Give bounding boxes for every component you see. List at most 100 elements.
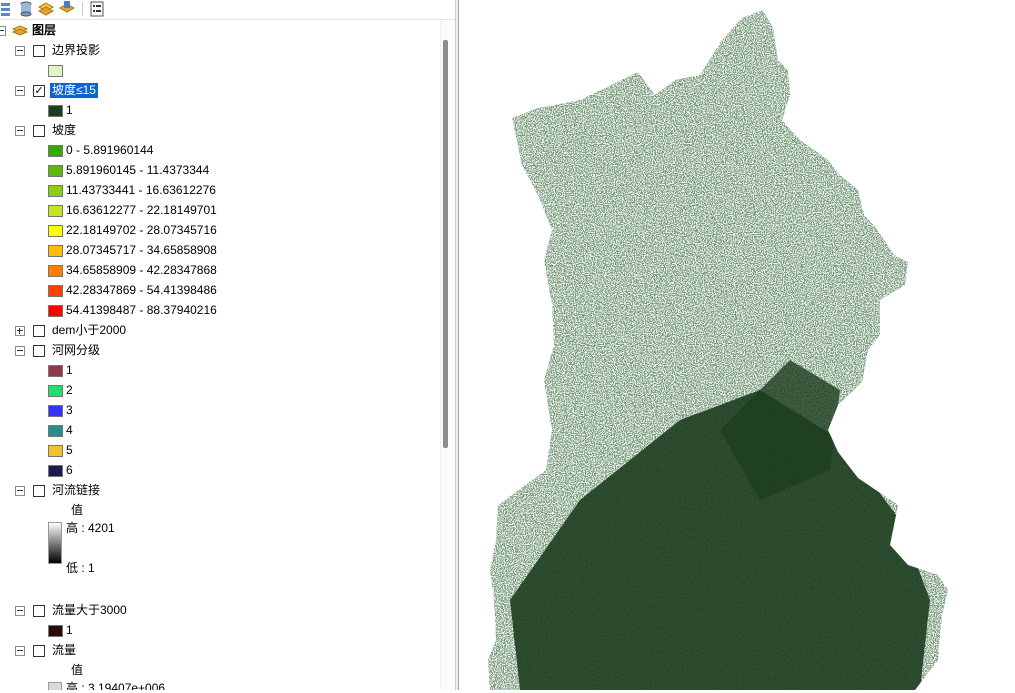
value-header: 值 bbox=[71, 663, 84, 677]
legend-swatch bbox=[48, 185, 63, 197]
legend-label: 4 bbox=[66, 423, 73, 437]
legend-label: 42.28347869 - 54.41398486 bbox=[66, 283, 217, 297]
layer-visibility-checkbox[interactable] bbox=[33, 125, 45, 137]
layer-slope-le-15[interactable]: ✓ 坡度≤15 bbox=[0, 82, 440, 100]
legend-swatch bbox=[48, 625, 63, 637]
layer-stream-link[interactable]: 河流链接 bbox=[0, 482, 440, 500]
layer-label: 流量 bbox=[52, 643, 77, 657]
root-label: 图层 bbox=[32, 23, 57, 37]
legend-item: 16.63612277 - 22.18149701 bbox=[0, 202, 440, 220]
layer-slope[interactable]: 坡度 bbox=[0, 122, 440, 140]
legend-item: 42.28347869 - 54.41398486 bbox=[0, 282, 440, 300]
legend-swatch bbox=[48, 265, 63, 277]
legend-item: 6 bbox=[0, 462, 440, 480]
low-value: 低 : 1 bbox=[66, 561, 95, 575]
list-by-source-icon[interactable] bbox=[18, 1, 34, 17]
layer-boundary-projection[interactable]: 边界投影 bbox=[0, 42, 440, 60]
layer-visibility-checkbox[interactable] bbox=[33, 345, 45, 357]
layers-group-icon bbox=[11, 23, 29, 39]
legend-item: 1 bbox=[0, 622, 440, 640]
legend-label: 1 bbox=[66, 363, 73, 377]
legend-swatch bbox=[48, 465, 63, 477]
tree-root-layers[interactable]: 图层 bbox=[0, 22, 440, 40]
legend-swatch bbox=[48, 105, 63, 117]
legend-label: 1 bbox=[66, 103, 73, 117]
layer-flow[interactable]: 流量 bbox=[0, 642, 440, 660]
legend-item: 4 bbox=[0, 422, 440, 440]
layer-dem-lt-2000[interactable]: dem小于2000 bbox=[0, 322, 440, 340]
high-value: 高 : 4201 bbox=[66, 521, 115, 535]
layer-visibility-checkbox[interactable] bbox=[33, 45, 45, 57]
legend-swatch bbox=[48, 405, 63, 417]
legend-label: 5 bbox=[66, 443, 73, 457]
legend-value-header: 值 bbox=[0, 662, 440, 680]
collapse-icon[interactable] bbox=[0, 26, 6, 36]
legend-item: 5 bbox=[0, 442, 440, 460]
options-icon[interactable] bbox=[89, 1, 105, 17]
table-of-contents: 图层 边界投影 ✓ 坡度≤15 1 坡度 0 - 5.891960144 5.89… bbox=[0, 0, 455, 690]
legend-label: 3 bbox=[66, 403, 73, 417]
layer-label: 坡度≤15 bbox=[50, 83, 98, 98]
legend-swatch bbox=[48, 285, 63, 297]
legend-item: 34.65858909 - 42.28347868 bbox=[0, 262, 440, 280]
collapse-icon[interactable] bbox=[15, 606, 25, 616]
legend-high: 高 : 3.19407e+006 bbox=[0, 680, 440, 690]
layer-label: dem小于2000 bbox=[52, 323, 127, 337]
legend-item: 54.41398487 - 88.37940216 bbox=[0, 302, 440, 320]
collapse-icon[interactable] bbox=[15, 646, 25, 656]
collapse-icon[interactable] bbox=[15, 346, 25, 356]
layer-label: 坡度 bbox=[52, 123, 77, 137]
legend-label: 54.41398487 - 88.37940216 bbox=[66, 303, 217, 317]
legend-swatch bbox=[48, 445, 63, 457]
collapse-icon[interactable] bbox=[15, 46, 25, 56]
layer-label: 河流链接 bbox=[52, 483, 101, 497]
legend-item bbox=[0, 62, 440, 80]
map-view[interactable] bbox=[460, 0, 1015, 690]
legend-label: 1 bbox=[66, 623, 73, 637]
legend-low: 低 : 1 bbox=[0, 560, 440, 578]
layer-visibility-checkbox[interactable]: ✓ bbox=[33, 85, 45, 97]
legend-swatch bbox=[48, 365, 63, 377]
raster-map bbox=[488, 10, 948, 690]
toolbar-separator bbox=[82, 2, 83, 16]
legend-item: 2 bbox=[0, 382, 440, 400]
toc-scrollbar[interactable] bbox=[440, 20, 455, 690]
legend-swatch bbox=[48, 145, 63, 157]
legend-label: 28.07345717 - 34.65858908 bbox=[66, 243, 217, 257]
collapse-icon[interactable] bbox=[15, 126, 25, 136]
legend-label: 22.18149702 - 28.07345716 bbox=[66, 223, 217, 237]
list-by-visibility-icon[interactable] bbox=[37, 1, 55, 17]
legend-label: 11.43733441 - 16.63612276 bbox=[66, 183, 216, 197]
legend-high: 高 : 4201 bbox=[0, 520, 440, 538]
layer-visibility-checkbox[interactable] bbox=[33, 645, 45, 657]
layer-label: 边界投影 bbox=[52, 43, 101, 57]
legend-label: 2 bbox=[66, 383, 73, 397]
panel-splitter[interactable] bbox=[455, 0, 459, 690]
layer-flow-gt-3000[interactable]: 流量大于3000 bbox=[0, 602, 440, 620]
toc-toolbar bbox=[0, 0, 455, 20]
legend-item: 11.43733441 - 16.63612276 bbox=[0, 182, 440, 200]
legend-label: 0 - 5.891960144 bbox=[66, 143, 154, 157]
list-by-selection-icon[interactable] bbox=[58, 1, 76, 17]
legend-swatch bbox=[48, 205, 63, 217]
legend-label: 16.63612277 - 22.18149701 bbox=[66, 203, 217, 217]
collapse-icon[interactable] bbox=[15, 86, 25, 96]
legend-swatch bbox=[48, 425, 63, 437]
legend-swatch bbox=[48, 305, 63, 317]
list-by-drawing-order-icon[interactable] bbox=[0, 1, 16, 17]
legend-label: 6 bbox=[66, 463, 73, 477]
layer-visibility-checkbox[interactable] bbox=[33, 605, 45, 617]
layer-label: 河网分级 bbox=[52, 343, 101, 357]
scrollbar-thumb[interactable] bbox=[443, 40, 448, 448]
legend-item: 5.891960145 - 11.4373344 bbox=[0, 162, 440, 180]
layer-visibility-checkbox[interactable] bbox=[33, 325, 45, 337]
layer-label: 流量大于3000 bbox=[52, 603, 127, 617]
layer-stream-order[interactable]: 河网分级 bbox=[0, 342, 440, 360]
collapse-icon[interactable] bbox=[15, 486, 25, 496]
legend-item: 28.07345717 - 34.65858908 bbox=[0, 242, 440, 260]
layer-visibility-checkbox[interactable] bbox=[33, 485, 45, 497]
legend-label: 5.891960145 - 11.4373344 bbox=[66, 163, 210, 177]
expand-icon[interactable] bbox=[15, 326, 25, 336]
legend-swatch bbox=[48, 165, 63, 177]
value-header: 值 bbox=[71, 503, 84, 517]
